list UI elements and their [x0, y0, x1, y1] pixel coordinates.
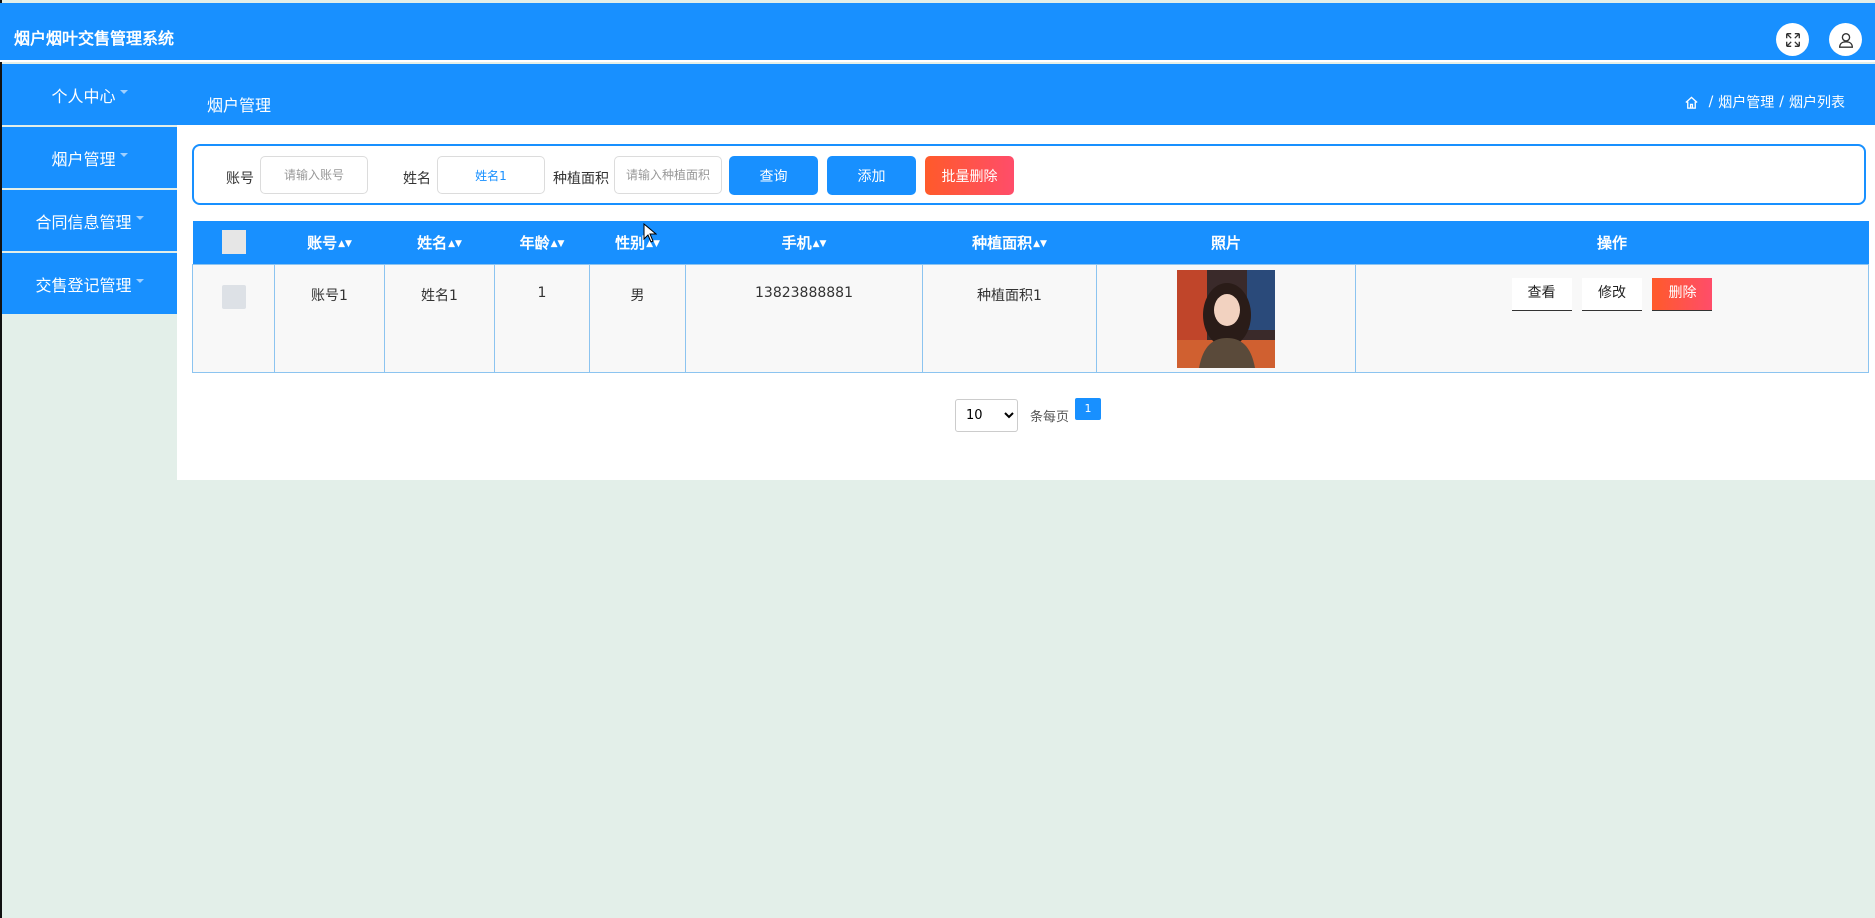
breadcrumb-item: 烟户列表 — [1789, 95, 1845, 111]
sort-icon: ▲▼ — [1033, 238, 1047, 249]
breadcrumb-item[interactable]: 烟户管理 — [1718, 92, 1774, 112]
page-size-select[interactable]: 10 — [955, 399, 1018, 432]
name-search-input[interactable] — [437, 156, 545, 194]
edit-button[interactable]: 修改 — [1582, 277, 1642, 311]
account-label: 账号 — [226, 171, 254, 187]
sort-icon: ▲▼ — [812, 238, 827, 249]
area-search-input[interactable] — [614, 156, 722, 194]
row-checkbox-cell — [192, 263, 275, 373]
page-title: 烟户管理 — [207, 96, 272, 115]
column-header-account[interactable]: 账号▲▼ — [274, 221, 385, 264]
batch-delete-button[interactable]: 批量删除 — [925, 156, 1014, 195]
cell-account: 账号1 — [274, 263, 385, 373]
top-bar: 烟户烟叶交售管理系统 — [0, 3, 1875, 62]
column-header-phone[interactable]: 手机▲▼ — [685, 221, 923, 264]
cell-phone: 13823888881 — [685, 263, 923, 373]
sidebar: 个人中心 烟户管理 合同信息管理 交售登记管理 — [2, 64, 177, 316]
caret-down-icon — [135, 278, 144, 283]
add-button[interactable]: 添加 — [827, 156, 916, 195]
column-header-photo: 照片 — [1096, 221, 1356, 264]
fullscreen-icon[interactable] — [1776, 23, 1809, 56]
user-icon[interactable] — [1829, 23, 1862, 56]
pagination: 10 条每页 1 — [955, 397, 1102, 432]
cell-photo — [1096, 263, 1356, 373]
sort-icon: ▲▼ — [550, 238, 565, 249]
sidebar-item-label: 合同信息管理 — [35, 212, 132, 232]
household-photo[interactable] — [1177, 269, 1275, 368]
select-all-cell — [192, 221, 275, 264]
select-all-checkbox[interactable] — [221, 230, 246, 255]
cell-area: 种植面积1 — [922, 263, 1097, 373]
caret-down-icon — [119, 89, 128, 94]
column-header-name[interactable]: 姓名▲▼ — [384, 221, 495, 264]
content-header: 烟户管理 / 烟户管理 / 烟户列表 — [177, 64, 1875, 125]
area-label: 种植面积 — [553, 171, 609, 187]
delete-button[interactable]: 删除 — [1652, 277, 1713, 311]
column-header-gender[interactable]: 性别▲▼ — [589, 221, 686, 264]
account-search-input[interactable] — [260, 156, 368, 194]
sidebar-item-personal-center[interactable]: 个人中心 — [2, 64, 177, 125]
cell-actions: 查看 修改 删除 — [1355, 263, 1869, 373]
cell-name: 姓名1 — [384, 263, 495, 373]
sidebar-item-label: 烟户管理 — [51, 149, 116, 169]
sort-icon: ▲▼ — [338, 238, 352, 249]
table-row: 账号1 姓名1 1 男 13823888881 种植面积1 查看 修改 删除 — [192, 263, 1869, 373]
row-checkbox[interactable] — [221, 284, 246, 309]
page-number-button[interactable]: 1 — [1075, 397, 1102, 420]
search-panel: 账号 姓名 种植面积 查询 添加 批量删除 — [192, 144, 1866, 205]
view-button[interactable]: 查看 — [1511, 277, 1572, 311]
sidebar-item-sales-register[interactable]: 交售登记管理 — [2, 253, 177, 314]
sidebar-item-tobacco-household[interactable]: 烟户管理 — [2, 127, 177, 188]
breadcrumb-separator: / — [1708, 94, 1714, 110]
app-title: 烟户烟叶交售管理系统 — [14, 29, 175, 48]
query-button[interactable]: 查询 — [729, 156, 818, 195]
sidebar-item-contract[interactable]: 合同信息管理 — [2, 190, 177, 251]
mouse-cursor-icon — [643, 223, 657, 243]
sidebar-item-label: 个人中心 — [51, 86, 116, 106]
sort-icon: ▲▼ — [448, 238, 462, 249]
per-page-label: 条每页 — [1030, 410, 1070, 425]
column-header-area[interactable]: 种植面积▲▼ — [922, 221, 1097, 264]
cell-gender: 男 — [589, 263, 686, 373]
sidebar-item-label: 交售登记管理 — [35, 275, 132, 295]
table-header-row: 账号▲▼ 姓名▲▼ 年龄▲▼ 性别▲▼ 手机▲▼ 种植面积▲▼ 照片 操作 — [192, 221, 1869, 264]
name-label: 姓名 — [403, 171, 431, 187]
caret-down-icon — [119, 152, 128, 157]
breadcrumb: / 烟户管理 / 烟户列表 — [1684, 92, 1845, 112]
main-content: 烟户管理 / 烟户管理 / 烟户列表 账号 姓名 种植面积 查询 添加 批量删除 — [177, 64, 1875, 480]
column-header-age[interactable]: 年龄▲▼ — [494, 221, 590, 264]
household-table: 账号▲▼ 姓名▲▼ 年龄▲▼ 性别▲▼ 手机▲▼ 种植面积▲▼ 照片 操作 账号… — [192, 221, 1869, 373]
caret-down-icon — [135, 215, 144, 220]
cell-age: 1 — [494, 263, 590, 373]
home-icon[interactable] — [1684, 95, 1699, 110]
breadcrumb-separator: / — [1779, 94, 1784, 110]
column-header-actions: 操作 — [1355, 221, 1869, 264]
